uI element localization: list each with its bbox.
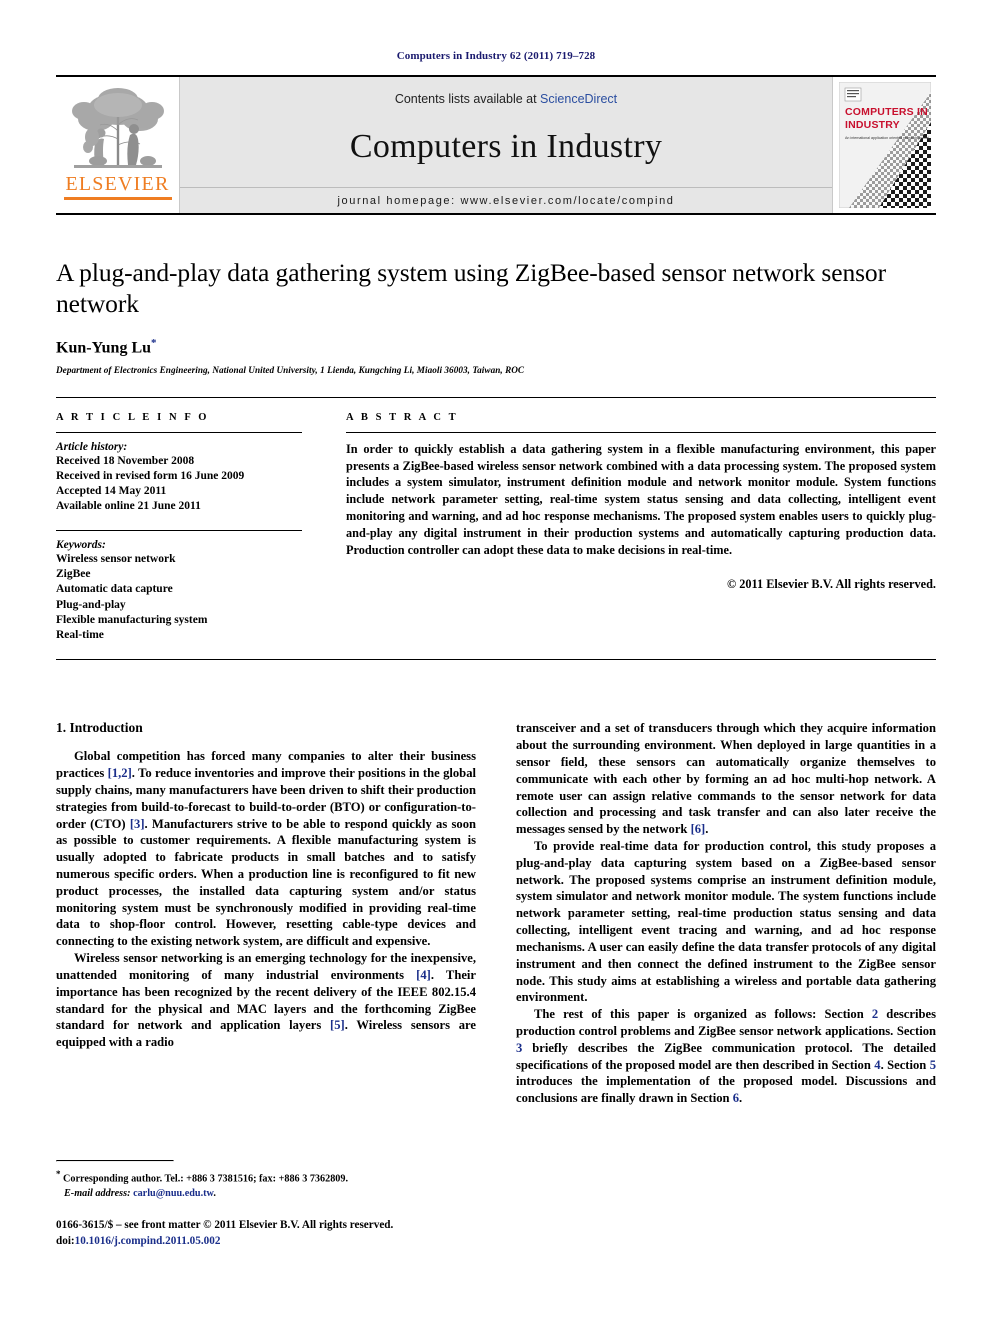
doi-label: doi: (56, 1234, 75, 1247)
contents-prefix: Contents lists available at (394, 92, 541, 106)
paragraph: The rest of this paper is organized as f… (516, 1006, 936, 1107)
abstract-column: A B S T R A C T In order to quickly esta… (324, 412, 936, 644)
journal-homepage-bar[interactable]: journal homepage: www.elsevier.com/locat… (180, 187, 832, 213)
journal-title: Computers in Industry (349, 128, 663, 165)
imprint-block: 0166-3615/$ – see front matter © 2011 El… (56, 1218, 486, 1250)
text-run: transceiver and a set of transducers thr… (516, 721, 936, 837)
text-run: To provide real-time data for production… (516, 839, 936, 1005)
footnote-email: E-mail address: carlu@nuu.edu.tw. (56, 1187, 476, 1201)
abstract-heading: A B S T R A C T (346, 411, 459, 423)
elsevier-logo: ELSEVIER (56, 77, 180, 213)
svg-text:INDUSTRY: INDUSTRY (845, 119, 900, 131)
running-head: Computers in Industry 62 (2011) 719–728 (396, 50, 596, 62)
email-label: E-mail address: (64, 1187, 131, 1199)
doi-link[interactable]: 10.1016/j.compind.2011.05.002 (75, 1235, 221, 1247)
contents-available-line: Contents lists available at ScienceDirec… (395, 92, 617, 106)
paragraph: Wireless sensor networking is an emergin… (56, 950, 476, 1051)
svg-text:An international application o: An international application oriented re… (845, 136, 929, 140)
keywords-label: Keywords: (56, 538, 106, 551)
elsevier-rule (63, 197, 172, 200)
journal-cover-thumbnail: COMPUTERS IN INDUSTRY An international a… (832, 77, 936, 213)
divider (346, 431, 936, 433)
divider (56, 529, 302, 531)
abstract-text: In order to quickly establish a data gat… (346, 441, 936, 558)
footnote-corresponding-text: Corresponding author. Tel.: +886 3 73815… (63, 1173, 349, 1185)
masthead-center: Contents lists available at ScienceDirec… (180, 77, 832, 213)
copyright-line: © 2011 Elsevier B.V. All rights reserved… (726, 577, 936, 592)
citation-link[interactable]: [1,2] (108, 766, 132, 780)
citation-link[interactable]: [3] (130, 817, 145, 831)
issn-copyright-line: 0166-3615/$ – see front matter © 2011 El… (56, 1219, 394, 1231)
text-run: The rest of this paper is organized as f… (534, 1007, 872, 1022)
text-run: Wireless sensor networking is an emergin… (56, 951, 476, 982)
article-info-column: A R T I C L E I N F O Article history: R… (56, 412, 324, 644)
history-item: Accepted 14 May 2011 (56, 485, 167, 498)
keyword-item: ZigBee (56, 567, 91, 580)
paragraph: Global competition has forced many compa… (56, 748, 476, 950)
citation-link[interactable]: [5] (330, 1018, 345, 1032)
footnote-divider (56, 1160, 174, 1162)
text-run: introduces the implementation of the pro… (516, 1074, 936, 1106)
paragraph: transceiver and a set of transducers thr… (516, 720, 936, 838)
email-trail: . (213, 1187, 216, 1199)
author-list: Kun-Yung Lu* (56, 337, 936, 357)
page-title: A plug-and-play data gathering system us… (56, 258, 886, 319)
section-heading-introduction: 1. Introduction (56, 720, 143, 736)
keyword-item: Real-time (56, 629, 104, 642)
divider (56, 431, 302, 433)
article-history-label: Article history: (56, 440, 128, 453)
right-column: transceiver and a set of transducers thr… (516, 720, 936, 1107)
citation-link[interactable]: 5 (930, 1058, 936, 1072)
citation-link[interactable]: [4] (416, 968, 431, 982)
text-run: briefly describes the ZigBee communicati… (516, 1040, 936, 1072)
journal-masthead: ELSEVIER Contents lists available at Sci… (56, 75, 936, 215)
article-page: Computers in Industry 62 (2011) 719–728 (0, 0, 992, 1323)
keyword-item: Flexible manufacturing system (56, 613, 208, 626)
sciencedirect-link[interactable]: ScienceDirect (540, 92, 617, 106)
article-history-list: Received 18 November 2008 Received in re… (56, 454, 302, 515)
elsevier-wordmark: ELSEVIER (65, 173, 170, 195)
email-link[interactable]: carlu@nuu.edu.tw (133, 1188, 213, 1199)
journal-cover-image: COMPUTERS IN INDUSTRY An international a… (838, 82, 931, 208)
keyword-item: Wireless sensor network (56, 552, 176, 565)
keywords-list: Wireless sensor network ZigBee Automatic… (56, 552, 302, 644)
affiliation: Department of Electronics Engineering, N… (56, 364, 525, 375)
corresponding-author-footnote: * Corresponding author. Tel.: +886 3 738… (56, 1160, 476, 1201)
left-column: 1. Introduction Global competition has f… (56, 720, 476, 1107)
text-run: . Manufacturers strive to be able to res… (56, 816, 476, 949)
doi-line: doi:10.1016/j.compind.2011.05.002 (56, 1234, 486, 1250)
info-abstract-panel: A R T I C L E I N F O Article history: R… (56, 396, 936, 661)
author-name: Kun-Yung Lu (56, 339, 152, 357)
citation-link[interactable]: [6] (691, 822, 706, 836)
article-info-heading: A R T I C L E I N F O (56, 411, 210, 423)
keyword-item: Plug-and-play (56, 598, 126, 611)
text-run: . (705, 822, 709, 837)
elsevier-tree-icon (71, 88, 164, 168)
title-block: A plug-and-play data gathering system us… (56, 257, 936, 375)
footnote-corresponding: * Corresponding author. Tel.: +886 3 738… (56, 1168, 476, 1187)
keyword-item: Automatic data capture (56, 583, 173, 596)
author-footnote-marker[interactable]: * (151, 337, 157, 349)
keywords-block: Keywords: Wireless sensor network ZigBee… (56, 529, 302, 644)
history-item: Available online 21 June 2011 (56, 500, 201, 513)
history-item: Received in revised form 16 June 2009 (56, 469, 245, 482)
paragraph: To provide real-time data for production… (516, 838, 936, 1006)
body-columns: 1. Introduction Global competition has f… (56, 720, 936, 1107)
text-run: . (738, 1091, 743, 1106)
text-run: . Section (880, 1057, 930, 1072)
svg-text:COMPUTERS IN: COMPUTERS IN (845, 106, 928, 118)
history-item: Received 18 November 2008 (56, 454, 195, 467)
footnote-marker: * (56, 1169, 61, 1179)
